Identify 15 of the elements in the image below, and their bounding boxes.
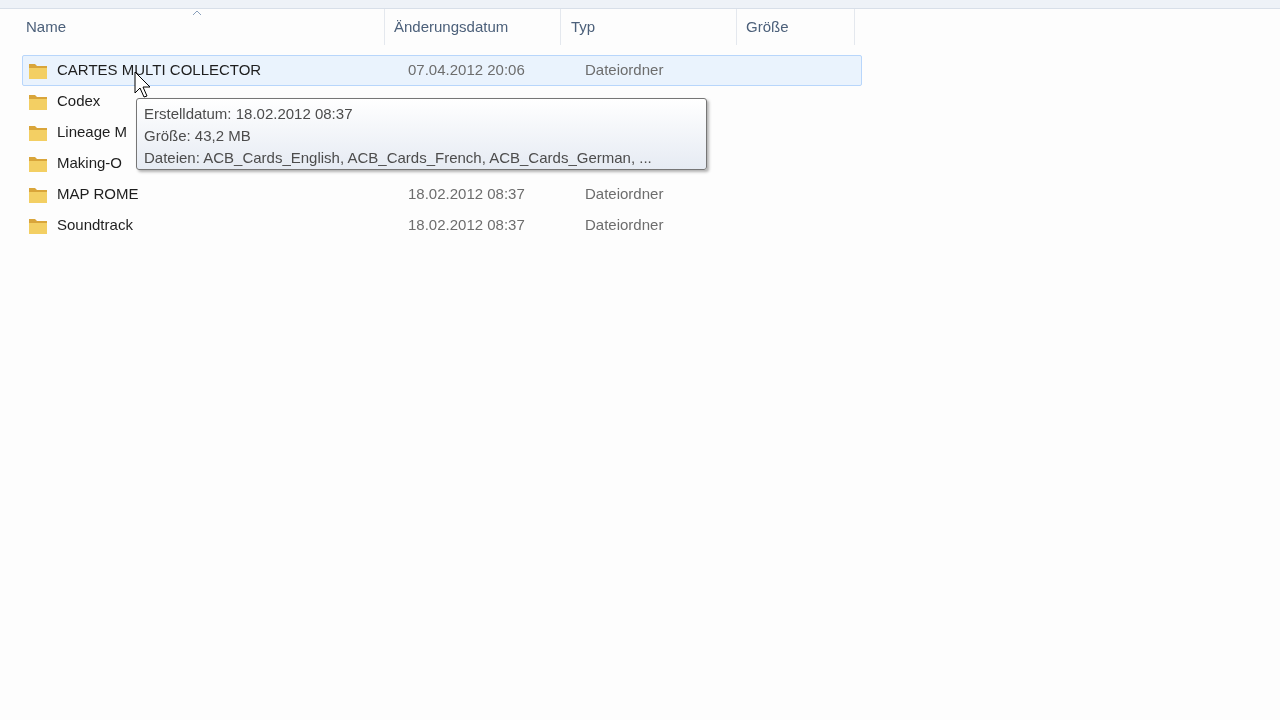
file-name: Codex	[57, 91, 101, 112]
file-name: Soundtrack	[57, 215, 133, 236]
tooltip-line: Größe: 43,2 MB	[144, 126, 252, 146]
file-type: Dateiordner	[585, 185, 664, 203]
modified-date: 18.02.2012 08:37	[408, 185, 525, 203]
modified-date: 18.02.2012 08:37	[408, 216, 525, 234]
file-name: CARTES MULTI COLLECTOR	[57, 60, 262, 81]
file-name: Making-O	[57, 153, 123, 174]
file-type: Dateiordner	[585, 216, 664, 234]
tooltip-line: Erstelldatum: 18.02.2012 08:37	[144, 104, 354, 124]
file-name: Lineage M	[57, 122, 128, 143]
tooltip-line: Dateien: ACB_Cards_English, ACB_Cards_French, ACB_Cards_German, ...	[144, 148, 653, 168]
file-name: MAP ROME	[57, 184, 139, 205]
modified-date: 07.04.2012 20:06	[408, 61, 525, 79]
file-type: Dateiordner	[585, 61, 664, 79]
